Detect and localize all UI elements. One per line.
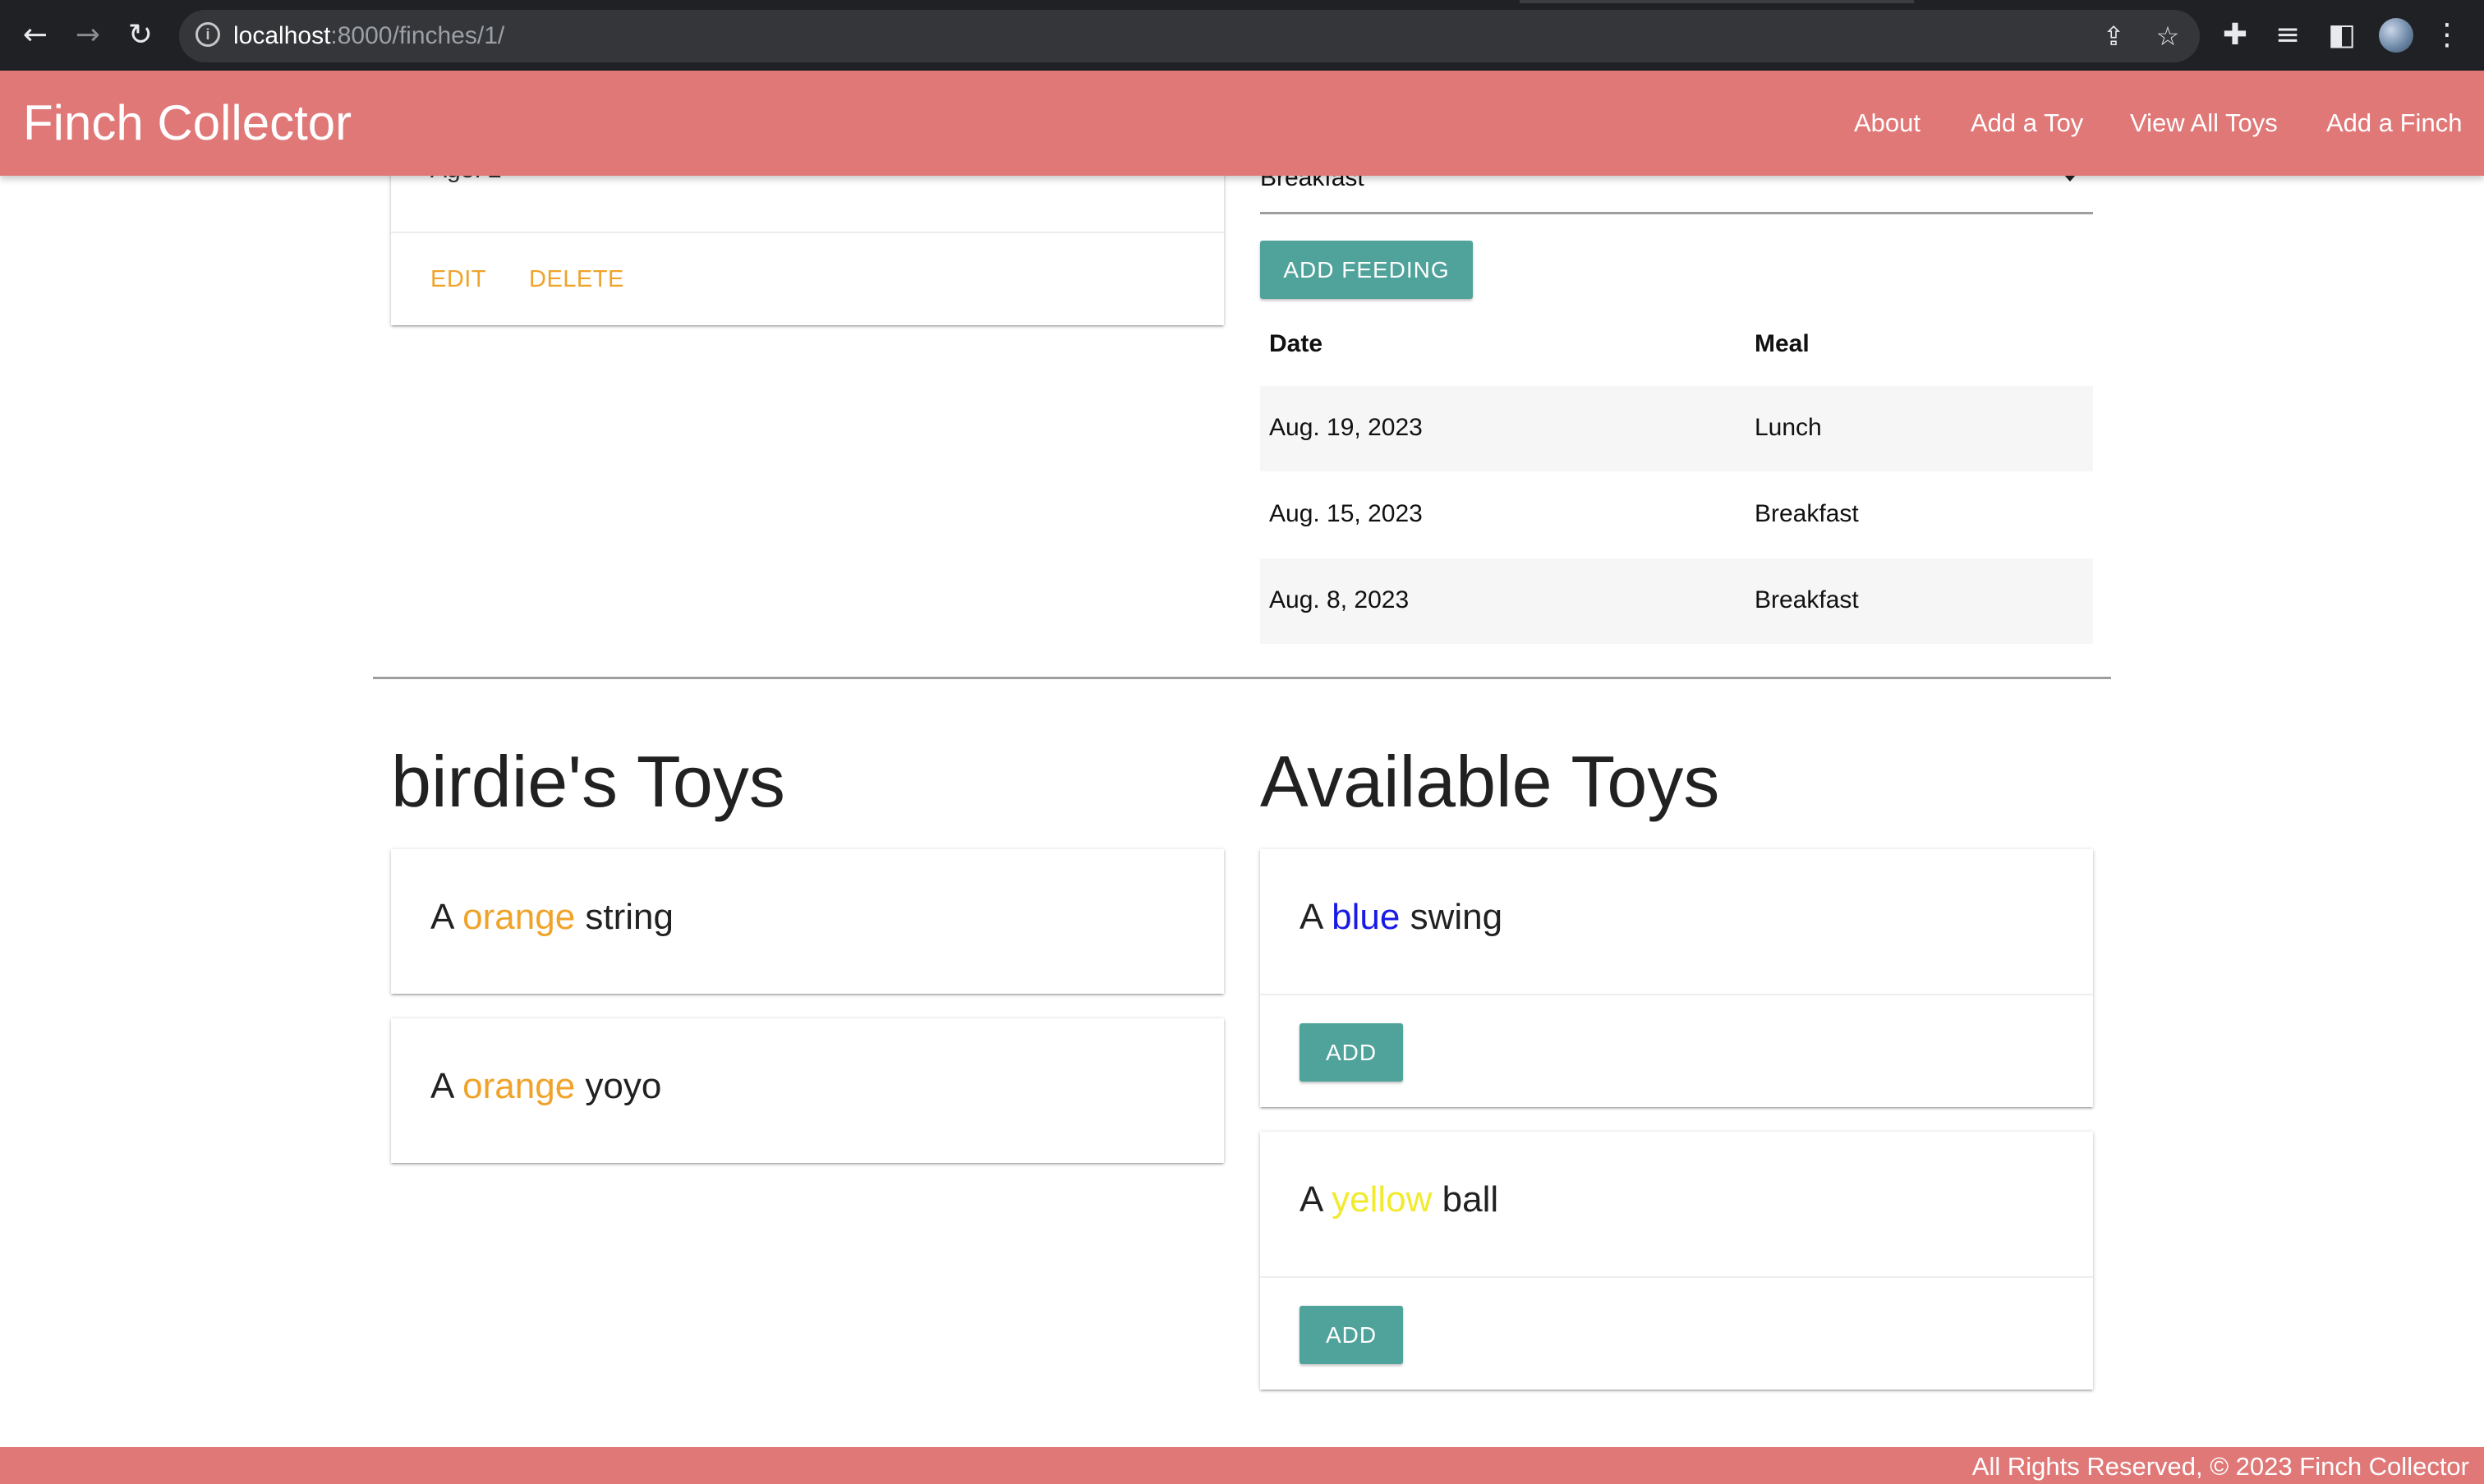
feeding-meal: Breakfast	[1755, 500, 1859, 527]
toy-description: A blue swing	[1300, 895, 1502, 940]
back-arrow-icon[interactable]: ←	[15, 15, 56, 56]
address-bar[interactable]: i localhost:8000/finches/1/ ⇪ ☆	[179, 10, 2200, 62]
page-footer: All Rights Reserved, © 2023 Finch Collec…	[0, 1447, 2484, 1484]
toy-color: orange	[462, 1066, 576, 1106]
toy-prefix: A	[1300, 1179, 1322, 1220]
toy-card: A orange yoyo	[391, 1018, 1224, 1163]
available-toy-card: A blue swing ADD	[1260, 849, 2093, 1107]
url-text[interactable]: localhost:8000/finches/1/	[233, 21, 504, 51]
nav-link-add-toy[interactable]: Add a Toy	[1971, 108, 2083, 138]
nav-link-view-all-toys[interactable]: View All Toys	[2130, 108, 2278, 138]
toy-name: ball	[1442, 1179, 1499, 1220]
media-queue-icon[interactable]: ≡	[2267, 15, 2308, 56]
browser-toolbar: ← → ↻ i localhost:8000/finches/1/ ⇪ ☆ ✚ …	[0, 0, 2484, 71]
toy-description: A yellow ball	[1300, 1178, 1498, 1222]
card-action-divider	[1260, 1276, 2093, 1278]
card-action-divider	[391, 232, 1224, 233]
app-navbar: Finch Collector About Add a Toy View All…	[0, 71, 2484, 176]
toy-card: A orange string	[391, 849, 1224, 994]
toy-prefix: A	[1300, 897, 1322, 937]
footer-copyright: All Rights Reserved, © 2023 Finch Collec…	[1971, 1452, 2469, 1481]
add-toy-button[interactable]: ADD	[1300, 1023, 1403, 1082]
toy-prefix: A	[430, 1066, 453, 1106]
nav-link-add-finch[interactable]: Add a Finch	[2326, 108, 2462, 138]
finch-toys-title: birdie's Toys	[391, 741, 785, 822]
meal-select-underline	[1260, 212, 2093, 214]
feeding-date: Aug. 8, 2023	[1269, 586, 1410, 613]
table-header-date: Date	[1269, 330, 1323, 357]
tab-strip-edge	[1520, 0, 1914, 3]
forward-arrow-icon[interactable]: →	[67, 15, 108, 56]
toy-description: A orange yoyo	[430, 1064, 661, 1109]
nav-link-about[interactable]: About	[1854, 108, 1920, 138]
share-icon[interactable]: ⇪	[2093, 20, 2134, 53]
table-row: Aug. 19, 2023 Lunch	[1260, 386, 2093, 471]
feeding-meal: Lunch	[1755, 414, 1822, 441]
add-feeding-button[interactable]: ADD FEEDING	[1260, 241, 1473, 299]
card-action-divider	[1260, 994, 2093, 995]
table-header-meal: Meal	[1755, 330, 1810, 357]
section-divider	[373, 677, 2111, 679]
delete-finch-link[interactable]: DELETE	[529, 266, 624, 293]
brand-logo[interactable]: Finch Collector	[23, 95, 352, 151]
toy-color: yellow	[1332, 1179, 1433, 1220]
available-toy-card: A yellow ball ADD	[1260, 1132, 2093, 1390]
toy-description: A orange string	[430, 895, 674, 940]
toy-color: orange	[462, 897, 576, 937]
kebab-menu-icon[interactable]: ⋮	[2426, 15, 2468, 56]
toy-name: yoyo	[585, 1066, 662, 1106]
url-host: localhost	[233, 22, 331, 49]
toy-name: swing	[1410, 897, 1503, 937]
side-panel-icon[interactable]: ◧	[2321, 15, 2362, 56]
finch-detail-card: Age: 2 EDIT DELETE	[391, 156, 1224, 325]
info-icon[interactable]: i	[196, 22, 220, 47]
table-row: Aug. 15, 2023 Breakfast	[1260, 472, 2093, 558]
add-toy-button[interactable]: ADD	[1300, 1306, 1403, 1364]
star-icon[interactable]: ☆	[2147, 20, 2188, 53]
edit-finch-link[interactable]: EDIT	[430, 266, 486, 293]
available-toys-title: Available Toys	[1260, 741, 1720, 822]
feeding-date: Aug. 19, 2023	[1269, 414, 1423, 441]
profile-avatar[interactable]	[2379, 18, 2413, 53]
toy-prefix: A	[430, 897, 453, 937]
url-path: :8000/finches/1/	[330, 22, 505, 49]
toy-name: string	[585, 897, 674, 937]
reload-icon[interactable]: ↻	[120, 15, 161, 56]
extensions-icon[interactable]: ✚	[2215, 15, 2256, 56]
table-row: Aug. 8, 2023 Breakfast	[1260, 558, 2093, 644]
toy-color: blue	[1332, 897, 1401, 937]
feeding-date: Aug. 15, 2023	[1269, 500, 1423, 527]
feeding-meal: Breakfast	[1755, 586, 1859, 613]
